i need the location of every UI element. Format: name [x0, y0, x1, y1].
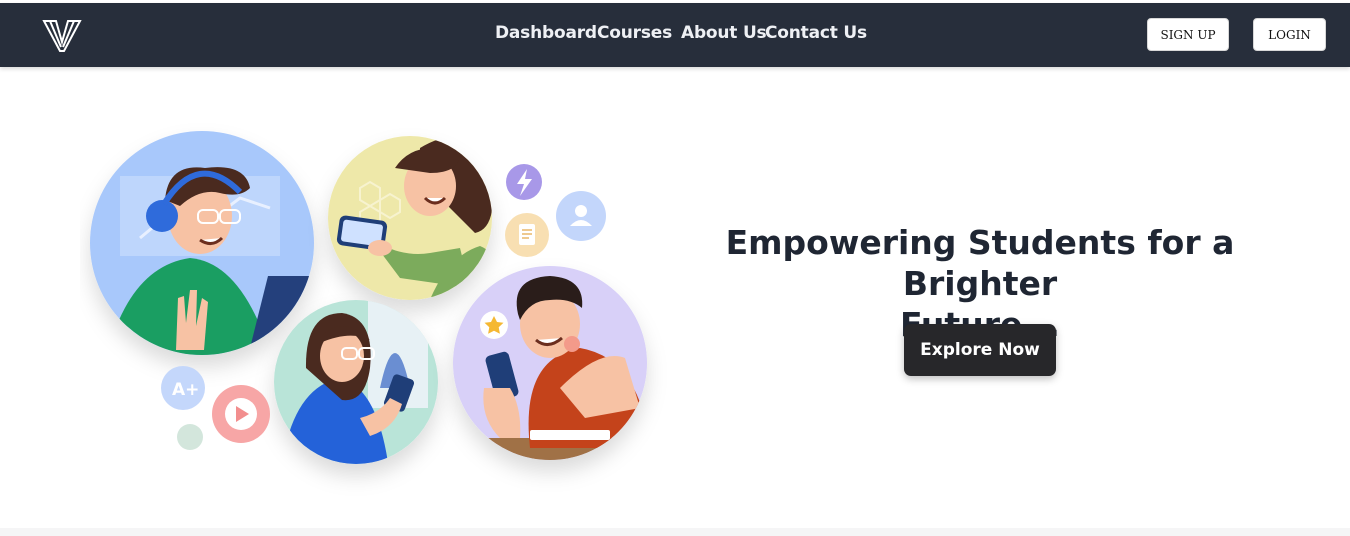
bottom-section-edge	[0, 528, 1350, 536]
hero-title-line1: Empowering Students for a Brighter	[725, 223, 1235, 303]
decor-dot	[177, 424, 203, 450]
student-star-illustration	[453, 266, 647, 460]
nav-contact-us-link[interactable]: Contact Us	[765, 23, 867, 43]
hero-illustration: A+	[90, 131, 647, 464]
lightning-icon	[506, 164, 542, 200]
nav-courses-link[interactable]: Courses	[597, 23, 672, 43]
grade-badge-icon: A+	[161, 366, 205, 410]
navbar: Dashboard Courses About Us Contact Us SI…	[0, 3, 1350, 67]
document-icon	[505, 213, 549, 257]
student-glasses-illustration	[274, 300, 438, 464]
user-icon	[556, 191, 606, 241]
nav-dashboard-link[interactable]: Dashboard	[495, 23, 597, 43]
explore-now-button[interactable]: Explore Now	[904, 324, 1056, 376]
login-button[interactable]: LOGIN	[1253, 18, 1326, 51]
signup-button[interactable]: SIGN UP	[1147, 18, 1229, 51]
play-icon	[212, 385, 270, 443]
nav-about-us-link[interactable]: About Us	[681, 23, 767, 43]
svg-text:A+: A+	[172, 380, 199, 400]
